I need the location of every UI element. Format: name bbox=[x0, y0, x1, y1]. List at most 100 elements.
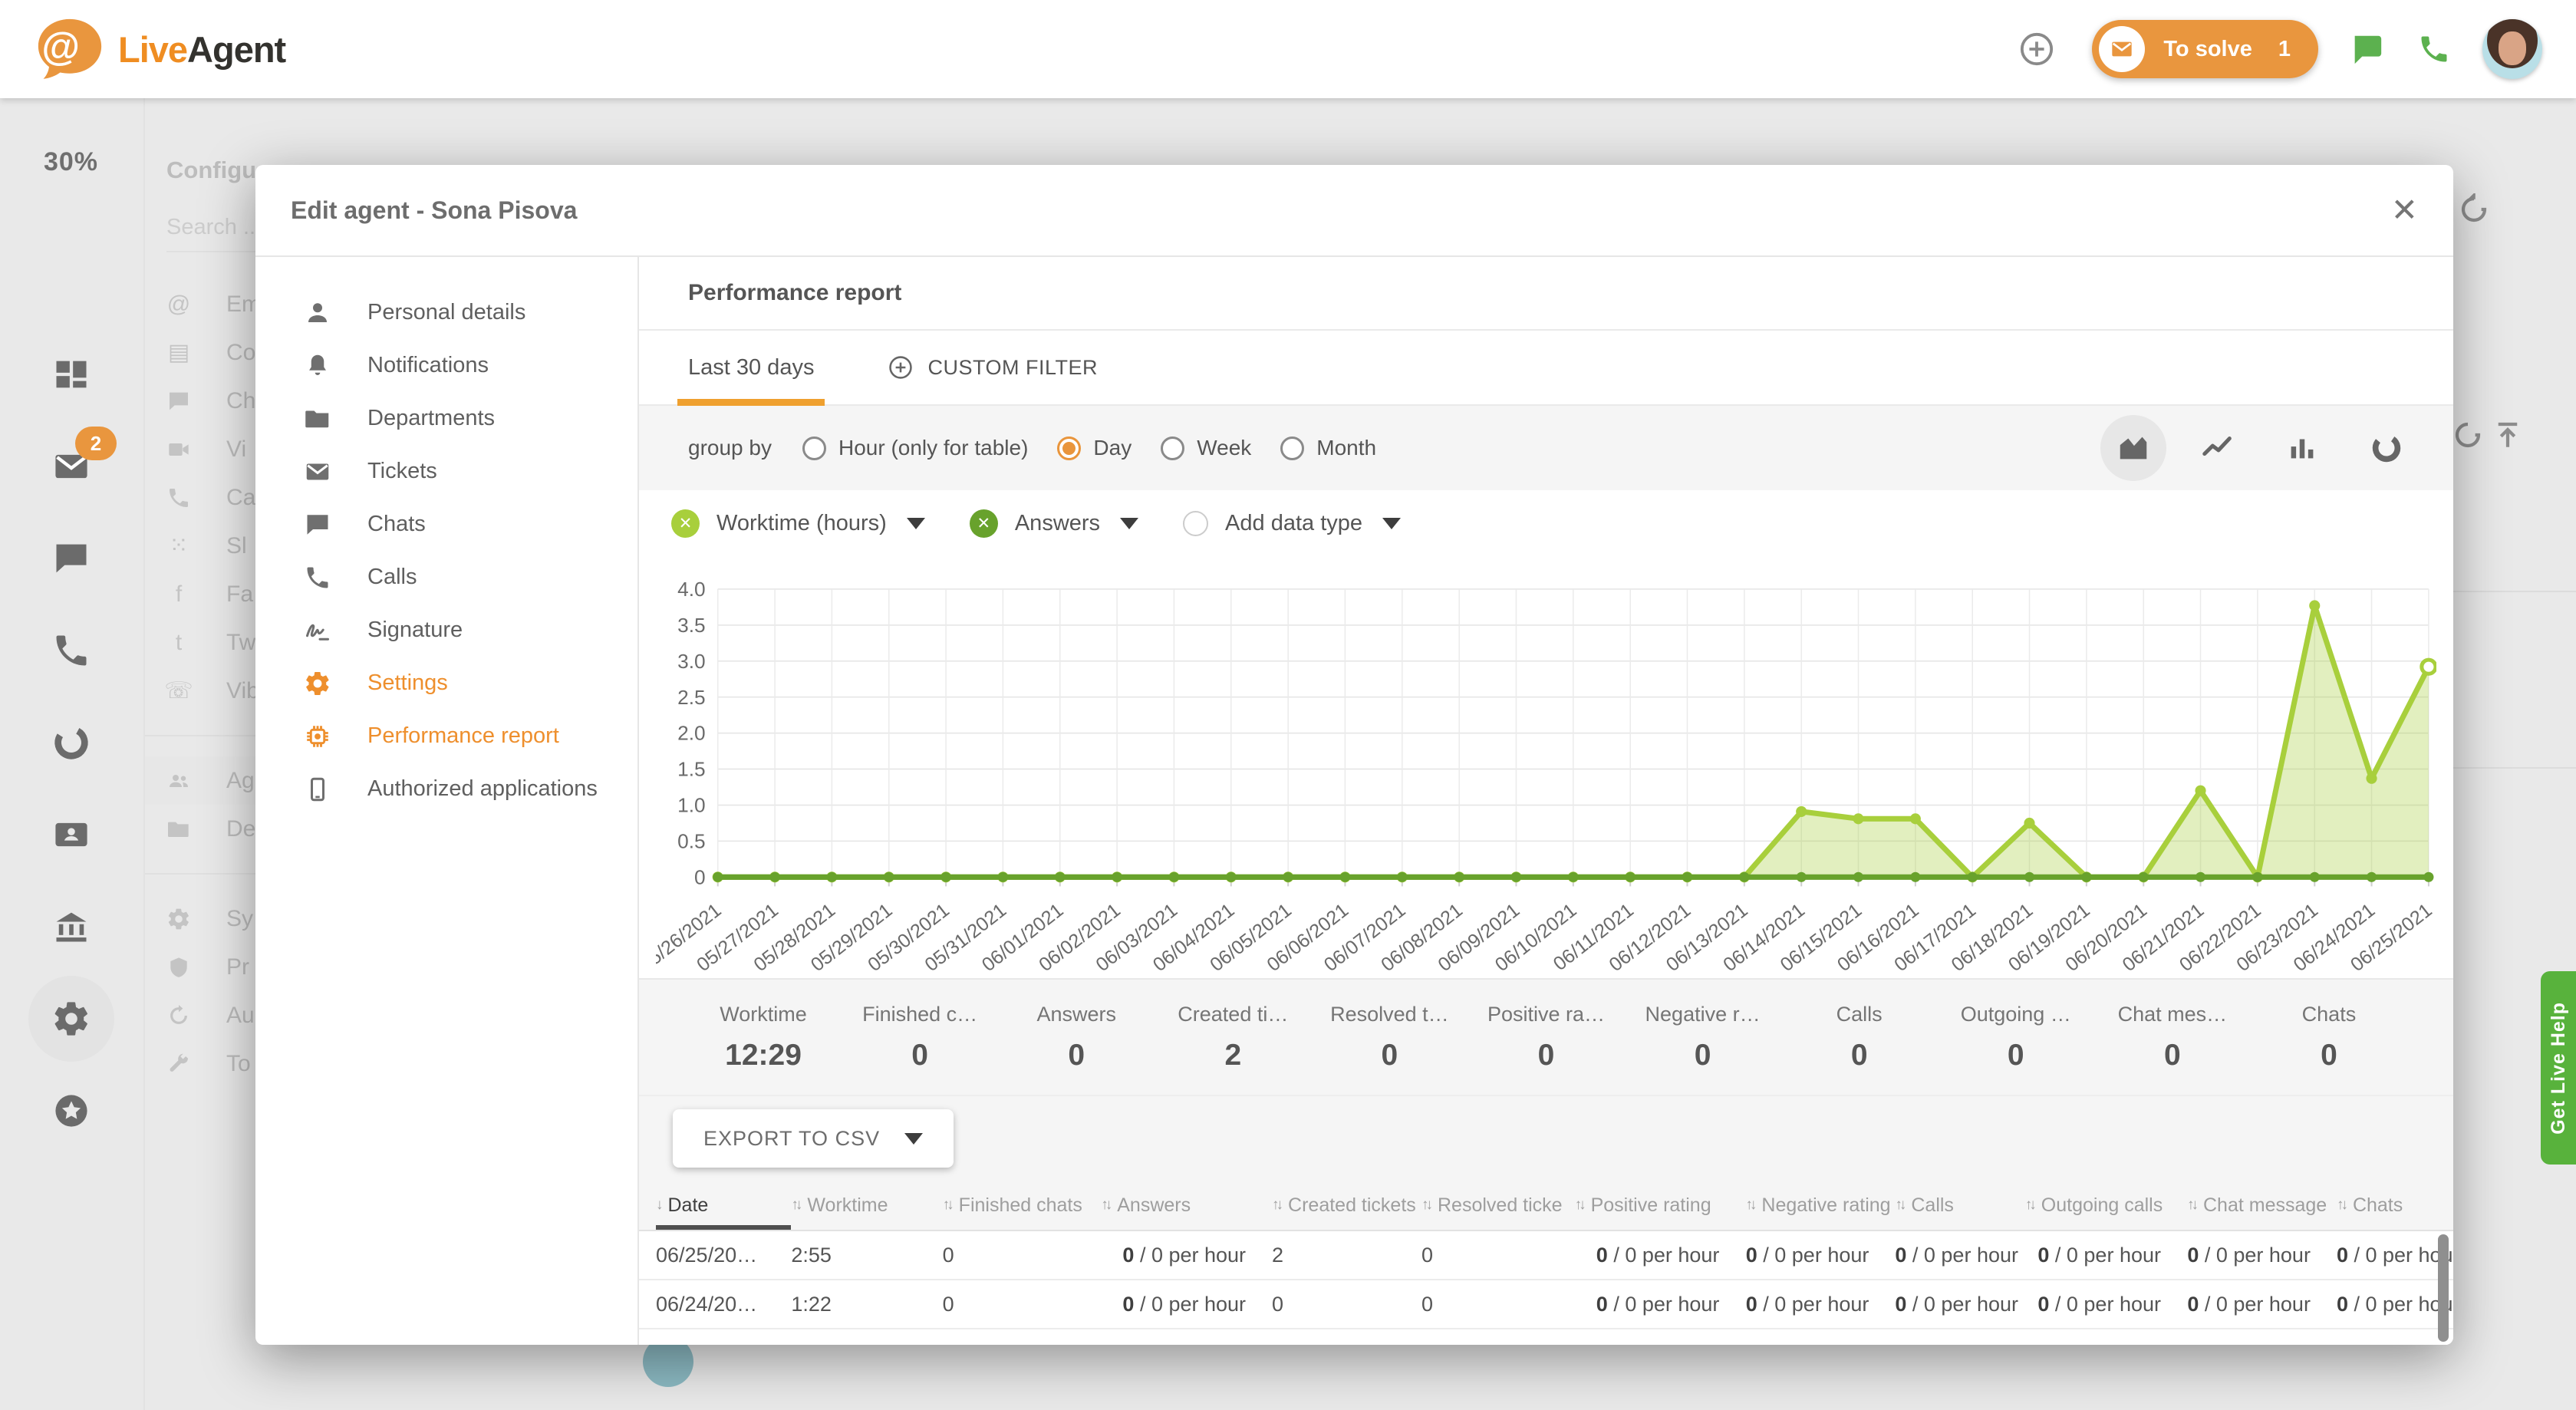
unread-badge: 2 bbox=[75, 427, 117, 460]
close-icon[interactable]: ✕ bbox=[2391, 194, 2418, 226]
menu-item-authorized-applications[interactable]: Authorized applications bbox=[255, 763, 637, 815]
column-header-resolved-ticke[interactable]: ↑↓ Resolved ticke bbox=[1421, 1181, 1575, 1230]
config-item-fa[interactable]: fFa bbox=[145, 570, 257, 618]
export-to-csv-button[interactable]: EXPORT TO CSV bbox=[673, 1109, 954, 1168]
config-item-ch[interactable]: Ch bbox=[145, 377, 257, 425]
to-solve-button[interactable]: To solve 1 bbox=[2092, 20, 2318, 78]
menu-item-personal-details[interactable]: Personal details bbox=[255, 286, 637, 339]
rail-item-upgrade[interactable] bbox=[0, 1065, 142, 1157]
menu-item-tickets[interactable]: Tickets bbox=[255, 445, 637, 498]
menu-item-departments[interactable]: Departments bbox=[255, 392, 637, 445]
config-item-ag[interactable]: Ag bbox=[145, 756, 257, 805]
chat-icon bbox=[304, 511, 331, 539]
table-row[interactable]: 06/23/20…3:4600 / 0 per hour000 / 0 per … bbox=[639, 1329, 2453, 1345]
config-item-pr[interactable]: Pr bbox=[145, 943, 257, 991]
chevron-down-icon bbox=[1120, 518, 1138, 529]
chart-type-donut-button[interactable] bbox=[2354, 415, 2420, 481]
stats-band: Worktime 12:29 Finished c… 0 Answers 0 C… bbox=[639, 978, 2453, 1096]
column-header-created-tickets[interactable]: ↑↓ Created tickets bbox=[1272, 1181, 1421, 1230]
tab-custom-filter[interactable]: CUSTOM FILTER bbox=[888, 354, 1098, 381]
radio-week[interactable]: Week bbox=[1161, 436, 1251, 460]
config-item-au[interactable]: Au bbox=[145, 991, 257, 1039]
wrench-icon bbox=[166, 1052, 191, 1076]
table-row[interactable]: 06/24/20…1:2200 / 0 per hour000 / 0 per … bbox=[639, 1280, 2453, 1329]
column-header-chats[interactable]: ↑↓ Chats bbox=[2337, 1181, 2436, 1230]
liveagent-bubble-icon: @ bbox=[34, 13, 106, 85]
config-item-vi[interactable]: Vi bbox=[145, 425, 257, 473]
column-header-positive-rating[interactable]: ↑↓ Positive rating bbox=[1575, 1181, 1746, 1230]
config-item-co[interactable]: ▤Co bbox=[145, 328, 257, 377]
chats-topbar-button[interactable] bbox=[2347, 30, 2386, 68]
menu-item-performance-report[interactable]: Performance report bbox=[255, 710, 637, 763]
config-item-sy[interactable]: Sy bbox=[145, 894, 257, 943]
table-scrollbar[interactable] bbox=[2438, 1234, 2449, 1342]
rail-item-configuration[interactable] bbox=[0, 973, 142, 1065]
rail-item-billing[interactable] bbox=[0, 881, 142, 973]
viber-icon: ☏ bbox=[164, 678, 193, 703]
get-live-help-ribbon[interactable]: Get Live Help bbox=[2541, 971, 2576, 1165]
radio-day[interactable]: Day bbox=[1057, 436, 1132, 460]
add-new-button[interactable] bbox=[2011, 23, 2063, 75]
star-icon bbox=[51, 1091, 91, 1131]
column-header-calls[interactable]: ↑↓ Calls bbox=[1895, 1181, 2024, 1230]
folder-icon bbox=[166, 817, 191, 842]
rail-item-calls[interactable] bbox=[0, 605, 142, 697]
plus-icon bbox=[2019, 31, 2054, 67]
config-item-vib[interactable]: ☏Vib bbox=[145, 667, 257, 715]
people-icon bbox=[166, 769, 191, 793]
menu-item-signature[interactable]: Signature bbox=[255, 604, 637, 657]
config-item-ca[interactable]: Ca bbox=[145, 473, 257, 522]
remove-series-icon[interactable]: ✕ bbox=[671, 509, 700, 538]
rail-item-chats[interactable] bbox=[0, 512, 142, 605]
menu-item-notifications[interactable]: Notifications bbox=[255, 339, 637, 392]
gear-icon bbox=[166, 907, 191, 931]
chat-icon bbox=[166, 389, 191, 413]
add-data-type[interactable]: Add data type bbox=[1183, 511, 1401, 536]
column-header-outgoing-calls[interactable]: ↑↓ Outgoing calls bbox=[2025, 1181, 2187, 1230]
chart-type-area-button[interactable] bbox=[2100, 415, 2166, 481]
rail-item-contacts[interactable] bbox=[0, 789, 142, 881]
menu-item-settings[interactable]: Settings bbox=[255, 657, 637, 710]
chip-worktime-hours[interactable]: ✕ Worktime (hours) bbox=[671, 509, 925, 538]
sort-icon: ↑↓ bbox=[1101, 1197, 1109, 1214]
config-search-input[interactable]: Search ... bbox=[166, 215, 257, 252]
chart-type-bar-button[interactable] bbox=[2269, 415, 2335, 481]
column-header-answers[interactable]: ↑↓ Answers bbox=[1101, 1181, 1272, 1230]
config-item-tw[interactable]: tTw bbox=[145, 618, 257, 667]
config-item-em[interactable]: @Em bbox=[145, 280, 257, 328]
radio-month[interactable]: Month bbox=[1280, 436, 1376, 460]
menu-item-chats[interactable]: Chats bbox=[255, 498, 637, 551]
column-header-date[interactable]: ↓ Date bbox=[656, 1181, 791, 1230]
rail-item-dashboard[interactable] bbox=[0, 328, 142, 420]
config-item-de[interactable]: De bbox=[145, 805, 257, 853]
refresh-icon[interactable] bbox=[2452, 419, 2484, 451]
column-header-worktime[interactable]: ↑↓ Worktime bbox=[791, 1181, 942, 1230]
at-icon: @ bbox=[167, 292, 190, 317]
svg-text:1.0: 1.0 bbox=[677, 794, 705, 817]
stat-chat-mes: Chat mes… 0 bbox=[2094, 1003, 2251, 1072]
rail-item-tickets[interactable]: 2 bbox=[0, 420, 142, 512]
column-header-negative-rating[interactable]: ↑↓ Negative rating bbox=[1745, 1181, 1895, 1230]
chip-answers[interactable]: ✕ Answers bbox=[970, 509, 1138, 538]
config-item-to[interactable]: To bbox=[145, 1039, 257, 1088]
upload-icon[interactable] bbox=[2492, 419, 2524, 451]
brand-live: Live bbox=[118, 29, 187, 70]
refresh-icon[interactable] bbox=[2458, 193, 2490, 226]
column-header-chat-message[interactable]: ↑↓ Chat message bbox=[2187, 1181, 2337, 1230]
calls-topbar-button[interactable] bbox=[2415, 30, 2453, 68]
chart-type-line-button[interactable] bbox=[2185, 415, 2251, 481]
remove-series-icon[interactable]: ✕ bbox=[970, 509, 998, 538]
to-solve-count: 1 bbox=[2278, 37, 2291, 62]
table-row[interactable]: 06/25/20…2:5500 / 0 per hour200 / 0 per … bbox=[639, 1231, 2453, 1280]
user-avatar[interactable] bbox=[2482, 19, 2542, 79]
device-icon bbox=[304, 776, 331, 803]
config-item-sl[interactable]: ⁙Sl bbox=[145, 522, 257, 570]
signature-icon bbox=[303, 616, 332, 645]
slack-icon: ⁙ bbox=[169, 533, 188, 558]
menu-item-calls[interactable]: Calls bbox=[255, 551, 637, 604]
radio-hour-only-for-table[interactable]: Hour (only for table) bbox=[802, 436, 1028, 460]
tab-last-30-days[interactable]: Last 30 days bbox=[688, 331, 814, 404]
rail-item-reports[interactable] bbox=[0, 697, 142, 789]
bell-icon bbox=[304, 352, 331, 380]
column-header-finished-chats[interactable]: ↑↓ Finished chats bbox=[943, 1181, 1102, 1230]
